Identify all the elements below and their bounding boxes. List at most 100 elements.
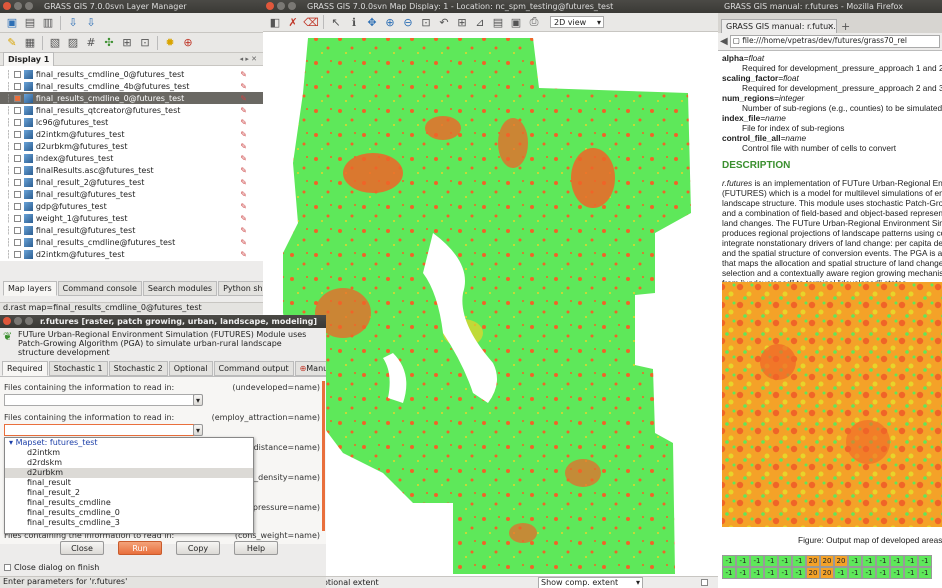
layer-checkbox[interactable] — [13, 70, 21, 78]
layer-row[interactable]: ┆ final_results_cmdline_4b@futures_test ✎ — [0, 80, 263, 92]
layer-row[interactable]: ┆ gdp@futures_test ✎ — [0, 200, 263, 212]
edit-properties-icon[interactable]: ✎ — [240, 178, 247, 187]
layer-row[interactable]: ┆ final_results_cmdline_0@futures_test ✎ — [0, 68, 263, 80]
layer-row[interactable]: ┆ weight_1@futures_test ✎ — [0, 212, 263, 224]
open-workspace-icon[interactable]: ▤ — [22, 15, 38, 31]
edit-properties-icon[interactable]: ✎ — [240, 82, 247, 91]
tab-optional[interactable]: Optional — [168, 361, 213, 376]
run-button[interactable]: Run — [118, 541, 162, 555]
edit-properties-icon[interactable]: ✎ — [240, 130, 247, 139]
edit-properties-icon[interactable]: ✎ — [240, 142, 247, 151]
layer-checkbox[interactable] — [13, 238, 21, 246]
edit-properties-icon[interactable]: ✎ — [240, 190, 247, 199]
map-select-dropdown[interactable]: ▾ Mapset: futures_test d2intkm d2rdskm d2u… — [4, 437, 254, 534]
layer-row[interactable]: ┆ d2urbkm@futures_test ✎ — [0, 140, 263, 152]
layer-row[interactable]: ┆ index@futures_test ✎ — [0, 152, 263, 164]
zoom-menu-icon[interactable]: ⊞ — [454, 14, 470, 30]
layer-row[interactable]: ┆ final_result_2@futures_test ✎ — [0, 176, 263, 188]
zoom-in-icon[interactable]: ⊕ — [382, 14, 398, 30]
tab-command-console[interactable]: Command console — [57, 281, 142, 296]
tab-search-modules[interactable]: Search modules — [142, 281, 218, 296]
tab-nav-arrows-icon[interactable]: ◂ ▸ ✕ — [240, 55, 257, 63]
close-tab-icon[interactable]: ✕ — [827, 22, 834, 31]
settings-icon[interactable]: ✹ — [162, 35, 178, 51]
tab-manual[interactable]: ⊕Manual — [294, 361, 326, 376]
save-workspace-icon[interactable]: ▥ — [40, 15, 56, 31]
map-canvas[interactable] — [263, 33, 718, 574]
pan-icon[interactable]: ✥ — [364, 14, 380, 30]
zoom-region-icon[interactable]: ⊡ — [418, 14, 434, 30]
edit-properties-icon[interactable]: ✎ — [240, 250, 247, 259]
new-tab-icon[interactable]: + — [841, 20, 850, 33]
scroll-track[interactable] — [322, 381, 325, 531]
layer-checkbox[interactable] — [13, 214, 21, 222]
minimize-window-icon[interactable] — [277, 2, 285, 10]
employ-input[interactable] — [4, 424, 194, 436]
overlay-icon[interactable]: ▤ — [490, 14, 506, 30]
table-icon[interactable]: ▦ — [22, 35, 38, 51]
back-icon[interactable]: ◀ — [720, 36, 728, 47]
edit-properties-icon[interactable]: ✎ — [240, 202, 247, 211]
map-option[interactable]: d2intkm — [5, 448, 253, 458]
tab-stochastic-2[interactable]: Stochastic 2 — [108, 361, 168, 376]
layer-checkbox[interactable] — [13, 82, 21, 90]
url-bar[interactable]: ▢ file:///home/vpetras/dev/futures/grass… — [729, 35, 940, 48]
tab-map-layers[interactable]: Map layers — [3, 281, 57, 296]
layer-row[interactable]: ┆ final_results_cmdline@futures_test ✎ — [0, 236, 263, 248]
layer-checkbox[interactable] — [13, 94, 21, 102]
layer-checkbox[interactable] — [13, 130, 21, 138]
map-option[interactable]: final_results_cmdline — [5, 498, 253, 508]
maximize-window-icon[interactable] — [25, 2, 33, 10]
layer-checkbox[interactable] — [13, 190, 21, 198]
tab-stochastic-1[interactable]: Stochastic 1 — [48, 361, 108, 376]
map-option[interactable]: final_result — [5, 478, 253, 488]
layer-row[interactable]: ┆ lc96@futures_test ✎ — [0, 116, 263, 128]
layer-checkbox[interactable] — [13, 226, 21, 234]
edit-properties-icon[interactable]: ✎ — [240, 166, 247, 175]
tab-python-shell[interactable]: Python shell — [218, 281, 263, 296]
mapset-node[interactable]: ▾ Mapset: futures_test — [5, 438, 253, 448]
map-option[interactable]: final_results_cmdline_3 — [5, 518, 253, 528]
render-map-icon[interactable]: ◧ — [267, 14, 283, 30]
copy-button[interactable]: Copy — [176, 541, 220, 555]
layer-row[interactable]: ┆ final_results_qtcreator@futures_test ✎ — [0, 104, 263, 116]
layer-row[interactable]: ┆ final_results_cmdline_0@futures_test ✎ — [0, 92, 263, 104]
layer-row[interactable]: ┆ final_result@futures_test ✎ — [0, 188, 263, 200]
edit-properties-icon[interactable]: ✎ — [240, 226, 247, 235]
add-grid-icon[interactable]: # — [83, 35, 99, 51]
calculator-icon[interactable]: ⊞ — [119, 35, 135, 51]
minimize-window-icon[interactable] — [14, 317, 22, 325]
tab-required[interactable]: Required — [2, 361, 48, 376]
layer-row[interactable]: ┆ final_result@futures_test ✎ — [0, 224, 263, 236]
close-window-icon[interactable] — [266, 2, 274, 10]
layer-row[interactable]: ┆ d2intkm@futures_test ✎ — [0, 248, 263, 260]
minimize-window-icon[interactable] — [14, 2, 22, 10]
new-display-icon[interactable]: ▣ — [4, 15, 20, 31]
add-raster-icon[interactable]: ▧ — [47, 35, 63, 51]
maximize-window-icon[interactable] — [288, 2, 296, 10]
close-button[interactable]: Close — [60, 541, 104, 555]
save-image-icon[interactable]: ▣ — [508, 14, 524, 30]
layer-row[interactable]: ┆ d2intkm@futures_test ✎ — [0, 128, 263, 140]
georect-icon[interactable]: ✣ — [101, 35, 117, 51]
edit-properties-icon[interactable]: ✎ — [240, 238, 247, 247]
print-icon[interactable]: ⎙ — [526, 14, 542, 30]
undeveloped-dropdown-button[interactable]: ▾ — [193, 394, 203, 406]
import-raster-icon[interactable]: ⇩ — [65, 15, 81, 31]
layer-checkbox[interactable] — [13, 202, 21, 210]
layer-checkbox[interactable] — [13, 166, 21, 174]
maximize-window-icon[interactable] — [25, 317, 33, 325]
help-icon[interactable]: ⊕ — [180, 35, 196, 51]
layer-checkbox[interactable] — [13, 142, 21, 150]
layer-row[interactable]: ┆ finalResults.asc@futures_test ✎ — [0, 164, 263, 176]
zoom-back-icon[interactable]: ↶ — [436, 14, 452, 30]
layer-checkbox[interactable] — [13, 250, 21, 258]
pointer-icon[interactable]: ↖ — [328, 14, 344, 30]
map-option[interactable]: final_results_cmdline_0 — [5, 508, 253, 518]
browser-tab[interactable]: GRASS GIS manual: r.futu... ✕ — [721, 19, 837, 33]
close-window-icon[interactable] — [3, 2, 11, 10]
layer-checkbox[interactable] — [13, 154, 21, 162]
zoom-out-icon[interactable]: ⊖ — [400, 14, 416, 30]
layer-checkbox[interactable] — [13, 118, 21, 126]
edit-properties-icon[interactable]: ✎ — [240, 106, 247, 115]
